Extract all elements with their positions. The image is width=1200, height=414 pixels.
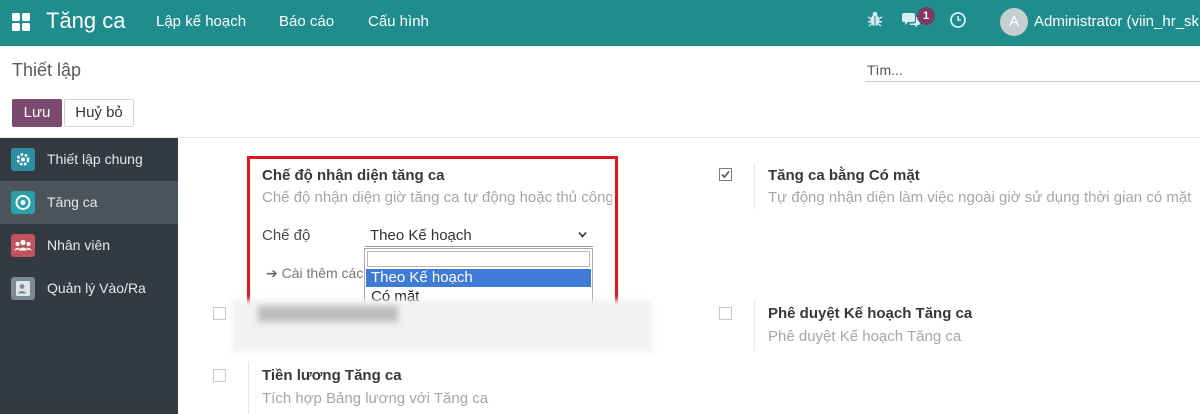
sidebar-item-label: Thiết lập chung bbox=[47, 151, 143, 167]
attendance-icon bbox=[11, 277, 35, 300]
overtime-icon bbox=[11, 191, 35, 214]
attendance-checkbox[interactable] bbox=[719, 168, 732, 181]
blurred-setting-checkbox[interactable] bbox=[213, 307, 226, 320]
sidebar-item-overtime[interactable]: Tăng ca bbox=[0, 181, 178, 224]
activity-clock-icon[interactable] bbox=[949, 11, 967, 29]
approval-checkbox[interactable] bbox=[719, 307, 732, 320]
approval-setting-description: Phê duyệt Kế hoạch Tăng ca bbox=[768, 328, 962, 345]
cancel-button[interactable]: Huỷ bỏ bbox=[64, 99, 134, 127]
attendance-setting-title: Tăng ca bằng Có mặt bbox=[768, 167, 920, 184]
save-button[interactable]: Lưu bbox=[12, 99, 62, 127]
control-panel-divider bbox=[0, 137, 1200, 138]
sidebar-item-employees[interactable]: Nhân viên bbox=[0, 224, 178, 267]
user-menu-name[interactable]: Administrator (viin_hr_sk bbox=[1034, 13, 1200, 30]
highlight-annotation-box bbox=[247, 156, 618, 310]
menu-item-reports[interactable]: Báo cáo bbox=[279, 13, 334, 30]
setting-divider bbox=[754, 163, 755, 209]
checkmark-icon bbox=[721, 170, 730, 179]
payroll-setting-description: Tích hợp Bảng lương với Tăng ca bbox=[262, 390, 489, 407]
menu-item-planning[interactable]: Lập kế hoạch bbox=[156, 13, 246, 30]
setting-divider bbox=[754, 300, 755, 350]
top-navbar: Tăng ca Lập kế hoạch Báo cáo Cấu hình 1 … bbox=[0, 0, 1200, 46]
blurred-setting-title bbox=[258, 306, 398, 322]
search-input[interactable] bbox=[865, 58, 1200, 82]
app-title[interactable]: Tăng ca bbox=[46, 8, 126, 34]
message-count-badge: 1 bbox=[917, 7, 935, 25]
payroll-checkbox[interactable] bbox=[213, 369, 226, 382]
settings-icon bbox=[11, 148, 35, 171]
sidebar-item-attendance[interactable]: Quản lý Vào/Ra bbox=[0, 267, 178, 310]
attendance-setting-description: Tự động nhận diện làm việc ngoài giờ sử … bbox=[768, 189, 1192, 206]
sidebar-item-label: Nhân viên bbox=[47, 237, 111, 253]
user-avatar[interactable]: A bbox=[1000, 8, 1028, 36]
breadcrumb: Thiết lập bbox=[12, 60, 82, 80]
employees-icon bbox=[11, 234, 35, 257]
sidebar-item-label: Quản lý Vào/Ra bbox=[47, 280, 146, 296]
approval-setting-title: Phê duyệt Kế hoạch Tăng ca bbox=[768, 305, 973, 322]
debug-bug-icon[interactable] bbox=[866, 10, 884, 28]
sidebar-item-label: Tăng ca bbox=[47, 194, 98, 210]
setting-divider bbox=[248, 362, 249, 414]
menu-item-configuration[interactable]: Cấu hình bbox=[368, 13, 429, 30]
sidebar-item-general-settings[interactable]: Thiết lập chung bbox=[0, 138, 178, 181]
payroll-setting-title: Tiền lương Tăng ca bbox=[262, 367, 402, 384]
apps-menu-icon[interactable] bbox=[12, 13, 30, 31]
settings-sidebar: Thiết lập chung Tăng ca Nhân viên Quản l… bbox=[0, 138, 178, 414]
